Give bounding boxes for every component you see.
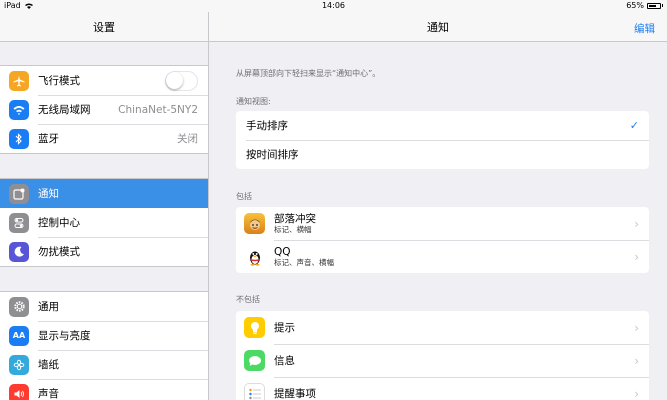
settings-item-notifications[interactable]: 通知 — [0, 179, 208, 208]
battery-icon — [647, 2, 661, 9]
wifi-icon — [9, 99, 29, 120]
settings-item-label: 通用 — [38, 301, 59, 313]
app-name: 提示 — [274, 321, 295, 334]
edit-button[interactable]: 编辑 — [634, 21, 655, 36]
sidebar-nav-bar: 设置 — [0, 12, 208, 42]
settings-item-sounds[interactable]: 声音 — [0, 379, 208, 400]
display-icon: AA — [9, 325, 29, 346]
app-name: 信息 — [274, 354, 295, 367]
control-center-icon — [9, 212, 29, 233]
app-name: 部落冲突 — [274, 212, 316, 225]
notifications-icon — [9, 183, 29, 204]
app-row-reminders[interactable]: 提醒事项 › — [236, 377, 649, 400]
settings-group-general: 通用 AA 显示与亮度 墙纸 声音 — [0, 291, 208, 400]
app-row-tips[interactable]: 提示 › — [236, 311, 649, 344]
bluetooth-icon — [9, 128, 29, 149]
chevron-right-icon: › — [634, 353, 639, 368]
sidebar-title: 设置 — [93, 20, 115, 34]
wallpaper-icon — [9, 354, 29, 375]
messages-icon — [244, 350, 265, 371]
sort-option-manual[interactable]: 手动排序 ✓ — [236, 111, 649, 140]
included-apps-card: 部落冲突 标记、横幅 › QQ 标记、声音、横幅 › — [236, 207, 649, 273]
airplane-mode-toggle[interactable] — [165, 70, 198, 91]
bluetooth-status: 关闭 — [177, 133, 198, 145]
settings-item-do-not-disturb[interactable]: 勿扰模式 — [0, 237, 208, 266]
app-alert-style: 标记、声音、横幅 — [274, 257, 334, 267]
app-row-clash-of-clans[interactable]: 部落冲突 标记、横幅 › — [236, 207, 649, 240]
settings-item-label: 飞行模式 — [38, 75, 80, 87]
section-header-exclude: 不包括 — [236, 295, 260, 304]
settings-item-general[interactable]: 通用 — [0, 292, 208, 321]
section-header-include: 包括 — [236, 192, 252, 201]
page-title: 通知 — [427, 20, 449, 34]
wifi-network-name: ChinaNet-5NY2 — [118, 103, 198, 116]
status-bar: iPad 14:06 65% — [0, 0, 667, 12]
airplane-icon — [9, 70, 29, 91]
settings-item-display-brightness[interactable]: AA 显示与亮度 — [0, 321, 208, 350]
reminders-icon — [244, 383, 265, 400]
section-header-view: 通知视图: — [236, 97, 271, 106]
tips-bulb-icon — [244, 317, 265, 338]
sort-option-label: 按时间排序 — [246, 149, 299, 161]
checkmark-icon: ✓ — [629, 119, 639, 132]
settings-item-label: 蓝牙 — [38, 133, 59, 145]
chevron-right-icon: › — [634, 249, 639, 264]
app-row-qq[interactable]: QQ 标记、声音、横幅 › — [236, 240, 649, 273]
settings-item-control-center[interactable]: 控制中心 — [0, 208, 208, 237]
settings-item-label: 通知 — [38, 188, 59, 200]
settings-item-wifi[interactable]: 无线局域网 ChinaNet-5NY2 — [0, 95, 208, 124]
settings-item-label: 显示与亮度 — [38, 330, 91, 342]
chevron-right-icon: › — [634, 320, 639, 335]
settings-item-bluetooth[interactable]: 蓝牙 关闭 — [0, 124, 208, 153]
clock: 14:06 — [321, 1, 346, 10]
sort-option-by-time[interactable]: 按时间排序 — [236, 140, 649, 169]
gear-icon — [9, 296, 29, 317]
settings-item-label: 墙纸 — [38, 359, 59, 371]
sort-options-card: 手动排序 ✓ 按时间排序 — [236, 111, 649, 169]
notifications-detail-pane: 通知 编辑 从屏幕顶部向下轻扫来显示“通知中心”。 通知视图: 手动排序 ✓ 按… — [209, 12, 667, 400]
settings-group-notifications: 通知 控制中心 勿扰模式 — [0, 178, 208, 267]
app-name: 提醒事项 — [274, 387, 316, 400]
app-name: QQ — [274, 245, 291, 258]
sort-option-label: 手动排序 — [246, 120, 288, 132]
settings-item-label: 控制中心 — [38, 217, 80, 229]
settings-item-label: 声音 — [38, 388, 59, 400]
chevron-right-icon: › — [634, 216, 639, 231]
moon-icon — [9, 241, 29, 262]
settings-item-airplane-mode[interactable]: 飞行模式 — [0, 66, 208, 95]
battery-percent: 65% — [626, 1, 644, 10]
chevron-right-icon: › — [634, 386, 639, 400]
settings-item-label: 无线局域网 — [38, 104, 91, 116]
settings-group-connectivity: 飞行模式 无线局域网 ChinaNet-5NY2 蓝牙 关闭 — [0, 65, 208, 154]
excluded-apps-card: 提示 › 信息 › 提醒事项 › — [236, 311, 649, 400]
app-row-messages[interactable]: 信息 › — [236, 344, 649, 377]
settings-item-wallpaper[interactable]: 墙纸 — [0, 350, 208, 379]
settings-sidebar: 设置 飞行模式 无线局域网 ChinaNet-5NY2 蓝牙 关闭 通知 控制中… — [0, 12, 209, 400]
detail-nav-bar: 通知 编辑 — [209, 12, 667, 42]
settings-item-label: 勿扰模式 — [38, 246, 80, 258]
sound-icon — [9, 383, 29, 400]
clash-of-clans-icon — [244, 213, 265, 234]
app-alert-style: 标记、横幅 — [274, 224, 312, 234]
notification-center-hint: 从屏幕顶部向下轻扫来显示“通知中心”。 — [236, 69, 381, 78]
qq-penguin-icon — [244, 246, 265, 267]
